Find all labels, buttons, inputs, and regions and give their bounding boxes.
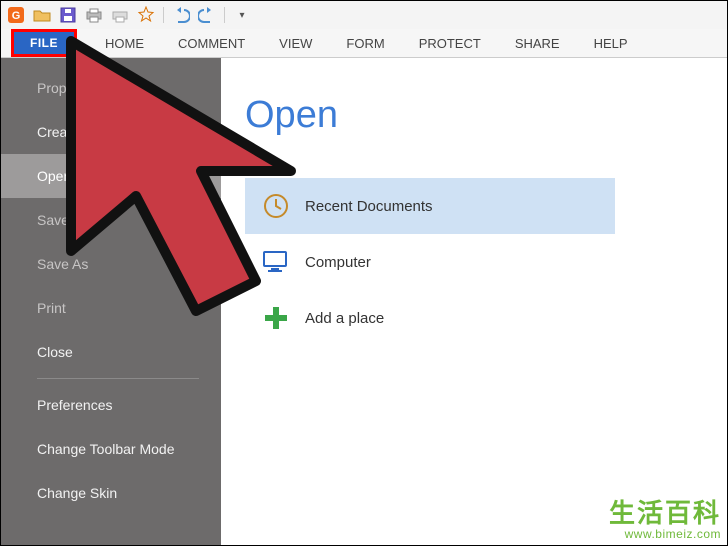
tab-view[interactable]: VIEW: [273, 29, 318, 57]
sidebar-item-label: Close: [37, 344, 73, 360]
sidebar-item-preferences[interactable]: Preferences: [1, 383, 221, 427]
sidebar-item-label: Create: [37, 124, 79, 140]
sidebar-item-properties[interactable]: Properties: [1, 66, 221, 110]
print-preview-icon[interactable]: [111, 6, 129, 24]
star-icon[interactable]: [137, 6, 155, 24]
sidebar-item-label: Save As: [37, 256, 88, 272]
tab-home[interactable]: HOME: [99, 29, 150, 57]
sidebar-item-label: Properties: [37, 80, 101, 96]
backstage-content: Open Recent Documents Computer: [221, 58, 727, 545]
tab-form[interactable]: FORM: [340, 29, 390, 57]
sidebar-divider: [37, 378, 199, 379]
sidebar-item-label: Change Toolbar Mode: [37, 441, 175, 457]
quick-access-toolbar: G ▾: [1, 1, 727, 29]
sidebar-item-save[interactable]: Save: [1, 198, 221, 242]
divider: [163, 7, 164, 23]
place-computer[interactable]: Computer: [245, 234, 615, 290]
undo-icon[interactable]: [172, 6, 190, 24]
sidebar-item-label: Preferences: [37, 397, 112, 413]
sidebar-item-create[interactable]: Create: [1, 110, 221, 154]
place-label: Computer: [305, 254, 371, 271]
sidebar-item-label: Print: [37, 300, 66, 316]
open-icon[interactable]: [33, 6, 51, 24]
file-tab-highlight: FILE: [11, 29, 77, 57]
tab-comment[interactable]: COMMENT: [172, 29, 251, 57]
sidebar-item-label: Open: [37, 168, 71, 184]
customize-toolbar-dropdown[interactable]: ▾: [233, 6, 251, 24]
ribbon-tabs: FILE HOME COMMENT VIEW FORM PROTECT SHAR…: [1, 29, 727, 58]
sidebar-item-change-toolbar-mode[interactable]: Change Toolbar Mode: [1, 427, 221, 471]
sidebar-item-label: Change Skin: [37, 485, 117, 501]
print-icon[interactable]: [85, 6, 103, 24]
svg-text:G: G: [12, 10, 21, 22]
plus-icon: [261, 305, 291, 331]
computer-icon: [261, 249, 291, 275]
sidebar-item-open[interactable]: Open: [1, 154, 221, 198]
clock-icon: [261, 193, 291, 219]
tab-share[interactable]: SHARE: [509, 29, 566, 57]
place-add-a-place[interactable]: Add a place: [245, 290, 615, 346]
tab-help[interactable]: HELP: [588, 29, 634, 57]
sidebar-item-close[interactable]: Close: [1, 330, 221, 374]
place-recent-documents[interactable]: Recent Documents: [245, 178, 615, 234]
open-places-list: Recent Documents Computer Add a place: [245, 178, 615, 346]
backstage-sidebar: Properties Create Open Save Save As Prin…: [1, 58, 221, 545]
page-title: Open: [245, 94, 338, 137]
tab-protect[interactable]: PROTECT: [413, 29, 487, 57]
place-label: Recent Documents: [305, 198, 433, 215]
divider: [224, 7, 225, 23]
save-icon[interactable]: [59, 6, 77, 24]
tab-file[interactable]: FILE: [14, 32, 74, 54]
redo-icon[interactable]: [198, 6, 216, 24]
sidebar-item-save-as[interactable]: Save As: [1, 242, 221, 286]
app-logo-icon: G: [7, 6, 25, 24]
sidebar-item-label: Save: [37, 212, 69, 228]
sidebar-item-print[interactable]: Print: [1, 286, 221, 330]
place-label: Add a place: [305, 310, 384, 327]
sidebar-item-change-skin[interactable]: Change Skin: [1, 471, 221, 515]
